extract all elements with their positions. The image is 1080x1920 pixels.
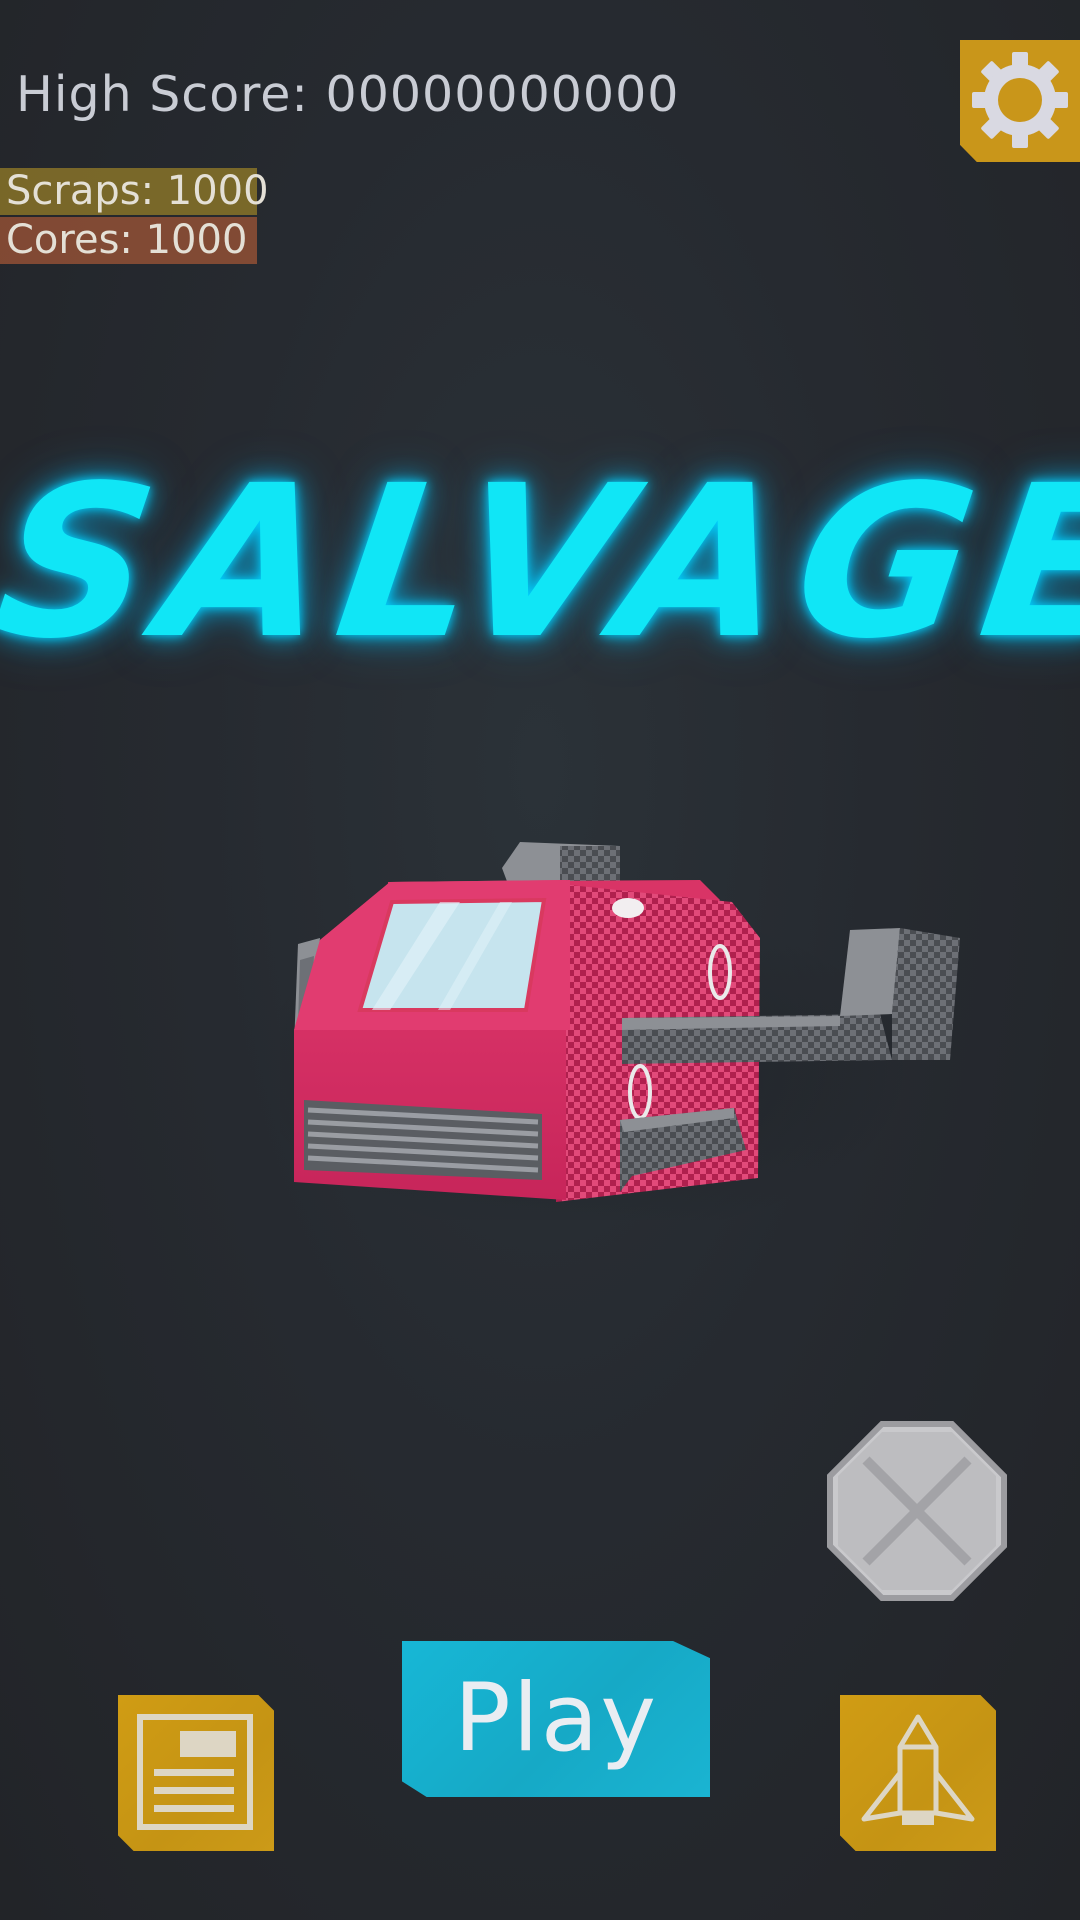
rocket-icon	[861, 1714, 975, 1825]
ship-select-button[interactable]	[840, 1695, 996, 1851]
high-score-label: High Score: 00000000000	[16, 66, 680, 123]
gear-icon	[972, 52, 1068, 148]
document-icon	[137, 1714, 253, 1830]
cores-counter: Cores: 1000	[0, 217, 257, 264]
game-title: SALVAGER	[0, 440, 1080, 685]
settings-button[interactable]	[960, 40, 1080, 162]
scraps-counter: Scraps: 1000	[0, 168, 269, 215]
salvager-ship	[280, 842, 960, 1220]
play-button[interactable]: Play	[402, 1641, 710, 1797]
log-button[interactable]	[118, 1695, 274, 1851]
cancel-button[interactable]	[826, 1420, 1008, 1602]
